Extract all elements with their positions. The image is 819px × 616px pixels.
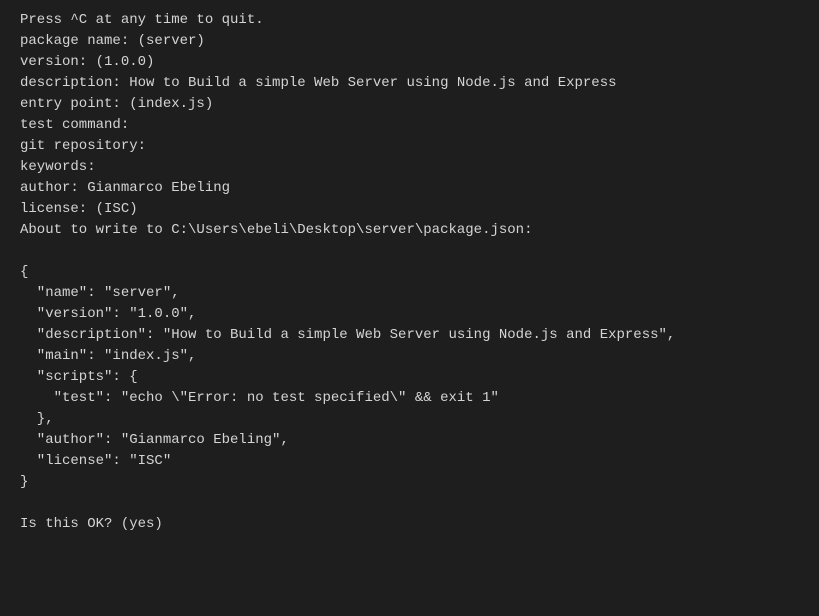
json-name-line: "name": "server", <box>20 283 799 304</box>
entry-point-line: entry point: (index.js) <box>20 94 799 115</box>
test-command-line: test command: <box>20 115 799 136</box>
license-line: license: (ISC) <box>20 199 799 220</box>
json-version-line: "version": "1.0.0", <box>20 304 799 325</box>
version-line: version: (1.0.0) <box>20 52 799 73</box>
description-line: description: How to Build a simple Web S… <box>20 73 799 94</box>
quit-hint-line: Press ^C at any time to quit. <box>20 10 799 31</box>
package-name-line: package name: (server) <box>20 31 799 52</box>
json-test-line: "test": "echo \"Error: no test specified… <box>20 388 799 409</box>
about-to-write-line: About to write to C:\Users\ebeli\Desktop… <box>20 220 799 241</box>
json-author-line: "author": "Gianmarco Ebeling", <box>20 430 799 451</box>
json-close-brace: } <box>20 472 799 493</box>
json-description-line: "description": "How to Build a simple We… <box>20 325 799 346</box>
json-scripts-close: }, <box>20 409 799 430</box>
confirm-prompt-text: Is this OK? (yes) <box>20 516 171 532</box>
git-repository-line: git repository: <box>20 136 799 157</box>
json-scripts-open: "scripts": { <box>20 367 799 388</box>
confirm-prompt-section[interactable]: Is this OK? (yes) <box>20 514 799 535</box>
package-json-preview: { "name": "server", "version": "1.0.0", … <box>20 262 799 493</box>
json-main-line: "main": "index.js", <box>20 346 799 367</box>
json-license-line: "license": "ISC" <box>20 451 799 472</box>
author-line: author: Gianmarco Ebeling <box>20 178 799 199</box>
npm-init-prompts: Press ^C at any time to quit. package na… <box>20 10 799 241</box>
json-open-brace: { <box>20 262 799 283</box>
keywords-line: keywords: <box>20 157 799 178</box>
